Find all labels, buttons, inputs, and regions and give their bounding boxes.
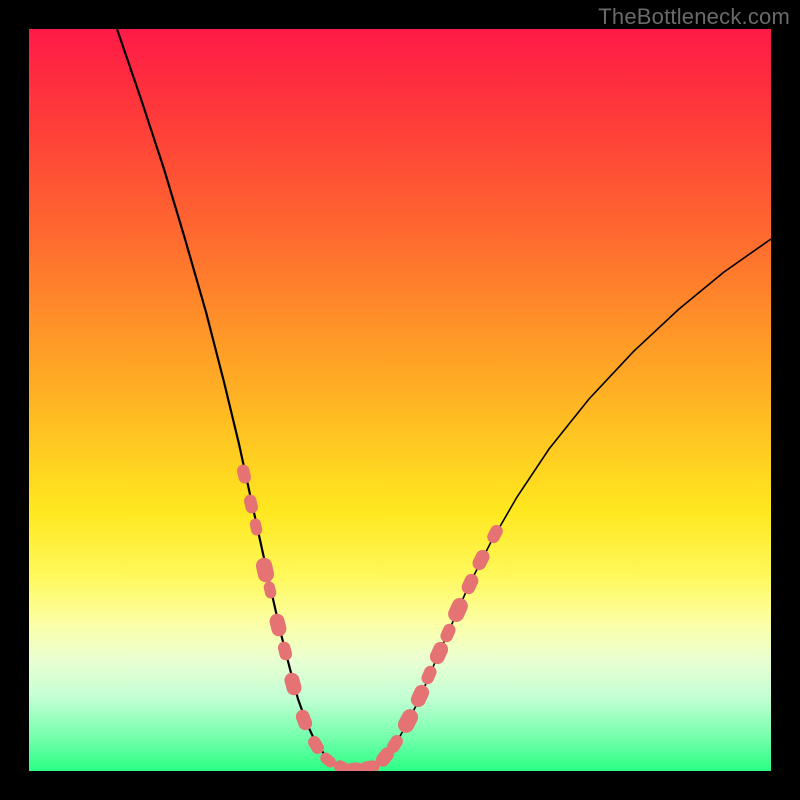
- watermark-text: TheBottleneck.com: [598, 4, 790, 30]
- chart-background-gradient: [29, 29, 771, 771]
- chart-frame: TheBottleneck.com: [0, 0, 800, 800]
